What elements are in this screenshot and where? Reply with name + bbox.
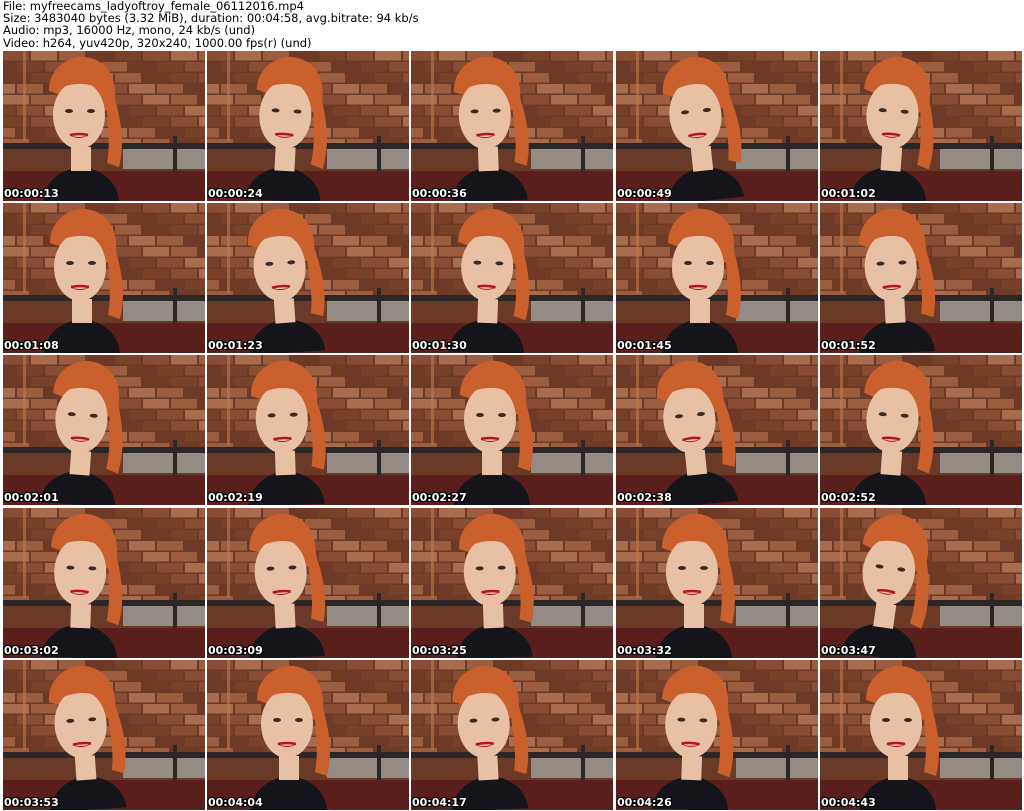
- frame-image: [411, 355, 613, 505]
- frame-image: [411, 51, 613, 201]
- thumbnail-frame: 00:02:52: [820, 355, 1022, 505]
- frame-image: [411, 660, 613, 810]
- frame-image: [820, 660, 1022, 810]
- thumbnail-frame: 00:01:02: [820, 51, 1022, 201]
- frame-image: [616, 660, 818, 810]
- frame-timestamp: 00:03:53: [4, 796, 59, 809]
- frame-image: [207, 660, 409, 810]
- thumbnail-frame: 00:03:47: [820, 508, 1022, 658]
- thumbnail-frame: 00:00:36: [411, 51, 613, 201]
- thumbnail-frame: 00:03:02: [3, 508, 205, 658]
- audio-info-line: Audio: mp3, 16000 Hz, mono, 24 kb/s (und…: [3, 23, 256, 38]
- frame-timestamp: 00:04:04: [208, 796, 263, 809]
- frame-timestamp: 00:01:02: [821, 187, 876, 200]
- frame-timestamp: 00:00:24: [208, 187, 263, 200]
- thumbnail-frame: 00:01:30: [411, 203, 613, 353]
- frame-image: [820, 51, 1022, 201]
- frame-timestamp: 00:01:45: [617, 339, 672, 352]
- thumbnail-frame: 00:02:38: [616, 355, 818, 505]
- frame-image: [616, 203, 818, 353]
- frame-image: [3, 355, 205, 505]
- frame-image: [207, 355, 409, 505]
- frame-timestamp: 00:03:02: [4, 644, 59, 657]
- frame-timestamp: 00:00:36: [412, 187, 467, 200]
- frame-timestamp: 00:04:26: [617, 796, 672, 809]
- frame-image: [616, 51, 818, 201]
- frame-timestamp: 00:02:38: [617, 491, 672, 504]
- frame-image: [207, 508, 409, 658]
- frame-timestamp: 00:04:43: [821, 796, 876, 809]
- frame-timestamp: 00:03:25: [412, 644, 467, 657]
- video-info-line: Video: h264, yuv420p, 320x240, 1000.00 f…: [3, 35, 312, 50]
- frame-timestamp: 00:02:01: [4, 491, 59, 504]
- thumbnail-frame: 00:00:13: [3, 51, 205, 201]
- thumbnail-frame: 00:01:23: [207, 203, 409, 353]
- thumbnail-frame: 00:03:09: [207, 508, 409, 658]
- thumbnail-frame: 00:02:01: [3, 355, 205, 505]
- frame-image: [3, 51, 205, 201]
- thumbnail-frame: 00:04:04: [207, 660, 409, 810]
- frame-image: [616, 508, 818, 658]
- frame-timestamp: 00:02:19: [208, 491, 263, 504]
- frame-image: [3, 660, 205, 810]
- frame-image: [3, 203, 205, 353]
- frame-timestamp: 00:01:08: [4, 339, 59, 352]
- frame-image: [207, 203, 409, 353]
- frame-timestamp: 00:01:23: [208, 339, 263, 352]
- frame-timestamp: 00:02:52: [821, 491, 876, 504]
- frame-timestamp: 00:00:13: [4, 187, 59, 200]
- thumbnail-frame: 00:04:26: [616, 660, 818, 810]
- thumbnail-grid: 00:00:13 00:00:24 00:00:36 00:00:49 00:0…: [3, 51, 1023, 810]
- thumbnail-frame: 00:00:49: [616, 51, 818, 201]
- frame-image: [616, 355, 818, 505]
- thumbnail-frame: 00:02:19: [207, 355, 409, 505]
- thumbnail-frame: 00:01:08: [3, 203, 205, 353]
- thumbnail-frame: 00:01:52: [820, 203, 1022, 353]
- thumbnail-frame: 00:03:32: [616, 508, 818, 658]
- thumbnail-frame: 00:02:27: [411, 355, 613, 505]
- video-info-header: File: myfreecams_ladyoftroy_female_06112…: [3, 0, 1021, 50]
- thumbnail-frame: 00:03:25: [411, 508, 613, 658]
- frame-timestamp: 00:03:09: [208, 644, 263, 657]
- thumbnail-frame: 00:03:53: [3, 660, 205, 810]
- frame-timestamp: 00:01:30: [412, 339, 467, 352]
- frame-timestamp: 00:01:52: [821, 339, 876, 352]
- frame-image: [820, 508, 1022, 658]
- frame-image: [3, 508, 205, 658]
- frame-image: [207, 51, 409, 201]
- frame-image: [411, 508, 613, 658]
- thumbnail-frame: 00:01:45: [616, 203, 818, 353]
- frame-image: [820, 203, 1022, 353]
- thumbnail-frame: 00:00:24: [207, 51, 409, 201]
- thumbnail-frame: 00:04:43: [820, 660, 1022, 810]
- frame-timestamp: 00:03:32: [617, 644, 672, 657]
- frame-image: [820, 355, 1022, 505]
- frame-timestamp: 00:00:49: [617, 187, 672, 200]
- thumbnail-frame: 00:04:17: [411, 660, 613, 810]
- frame-timestamp: 00:04:17: [412, 796, 467, 809]
- frame-timestamp: 00:02:27: [412, 491, 467, 504]
- frame-timestamp: 00:03:47: [821, 644, 876, 657]
- frame-image: [411, 203, 613, 353]
